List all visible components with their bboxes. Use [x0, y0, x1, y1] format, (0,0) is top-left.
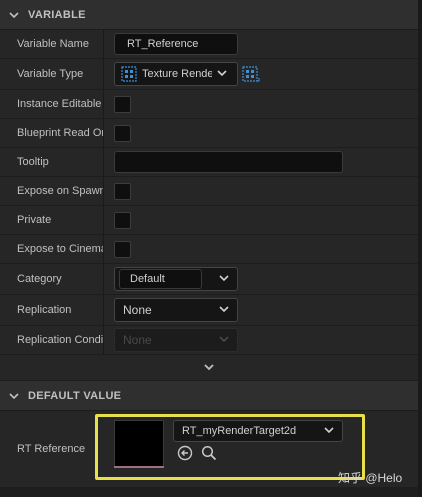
scrollbar-track[interactable] [418, 0, 422, 497]
details-panel: VARIABLE Variable Name RT_Reference Vari… [0, 0, 422, 497]
variable-type-value: Texture Render Target 2D [142, 68, 212, 80]
row-label: Replication Condition [17, 334, 103, 346]
chevron-down-icon [219, 333, 229, 347]
advanced-expand-button[interactable] [0, 355, 418, 381]
row-label: Tooltip [17, 156, 49, 168]
replication-condition-dropdown: None [114, 328, 238, 352]
private-checkbox[interactable] [114, 211, 131, 229]
row-label: Expose to Cinematics [17, 243, 103, 255]
texture-render-target-icon [121, 66, 137, 82]
highlight-box [95, 414, 365, 480]
category-dropdown[interactable]: Default [114, 267, 238, 291]
expose-on-spawn-checkbox[interactable] [114, 182, 131, 200]
replication-dropdown[interactable]: None [114, 298, 238, 322]
row-instance-editable: Instance Editable [0, 90, 418, 119]
chevron-down-icon [217, 68, 227, 81]
bottom-strip [0, 487, 418, 497]
replication-condition-value: None [123, 333, 152, 347]
row-replication-condition: Replication Condition None [0, 326, 418, 355]
default-value-section-header[interactable]: DEFAULT VALUE [0, 381, 418, 411]
chevron-down-icon [219, 303, 229, 317]
instance-editable-checkbox[interactable] [114, 95, 131, 113]
chevron-down-icon [0, 10, 28, 20]
variable-section-header[interactable]: VARIABLE [0, 0, 418, 30]
chevron-down-icon [203, 359, 215, 377]
row-label: Variable Type [17, 68, 84, 80]
section-title: DEFAULT VALUE [28, 389, 122, 402]
row-variable-type: Variable Type Texture Render Target 2D [0, 59, 418, 90]
container-type-icon[interactable] [242, 66, 260, 82]
row-category: Category Default [0, 264, 418, 295]
row-private: Private [0, 206, 418, 235]
row-replication: Replication None [0, 295, 418, 326]
replication-value: None [123, 303, 152, 317]
row-label: Expose on Spawn [17, 185, 103, 197]
variable-name-input[interactable]: RT_Reference [114, 33, 238, 55]
section-title: VARIABLE [28, 8, 86, 21]
row-label: Variable Name [17, 38, 89, 50]
expose-to-cinematics-checkbox[interactable] [114, 240, 131, 258]
row-label: Blueprint Read Only [17, 127, 103, 139]
blueprint-read-only-checkbox[interactable] [114, 124, 131, 142]
watermark-text: 知乎 @Helo [338, 471, 403, 485]
row-expose-on-spawn: Expose on Spawn [0, 177, 418, 206]
row-label: Category [17, 273, 62, 285]
chevron-down-icon [219, 273, 229, 286]
tooltip-input[interactable] [114, 151, 343, 173]
variable-type-dropdown[interactable]: Texture Render Target 2D [114, 62, 238, 86]
row-variable-name: Variable Name RT_Reference [0, 30, 418, 59]
row-label: RT Reference [17, 443, 86, 455]
category-input[interactable]: Default [119, 269, 202, 289]
row-label: Instance Editable [17, 98, 102, 110]
chevron-down-icon [0, 391, 28, 401]
row-label: Private [17, 214, 52, 226]
row-label: Replication [17, 304, 72, 316]
row-blueprint-read-only: Blueprint Read Only [0, 119, 418, 148]
row-tooltip: Tooltip [0, 148, 418, 177]
row-expose-to-cinematics: Expose to Cinematics [0, 235, 418, 264]
